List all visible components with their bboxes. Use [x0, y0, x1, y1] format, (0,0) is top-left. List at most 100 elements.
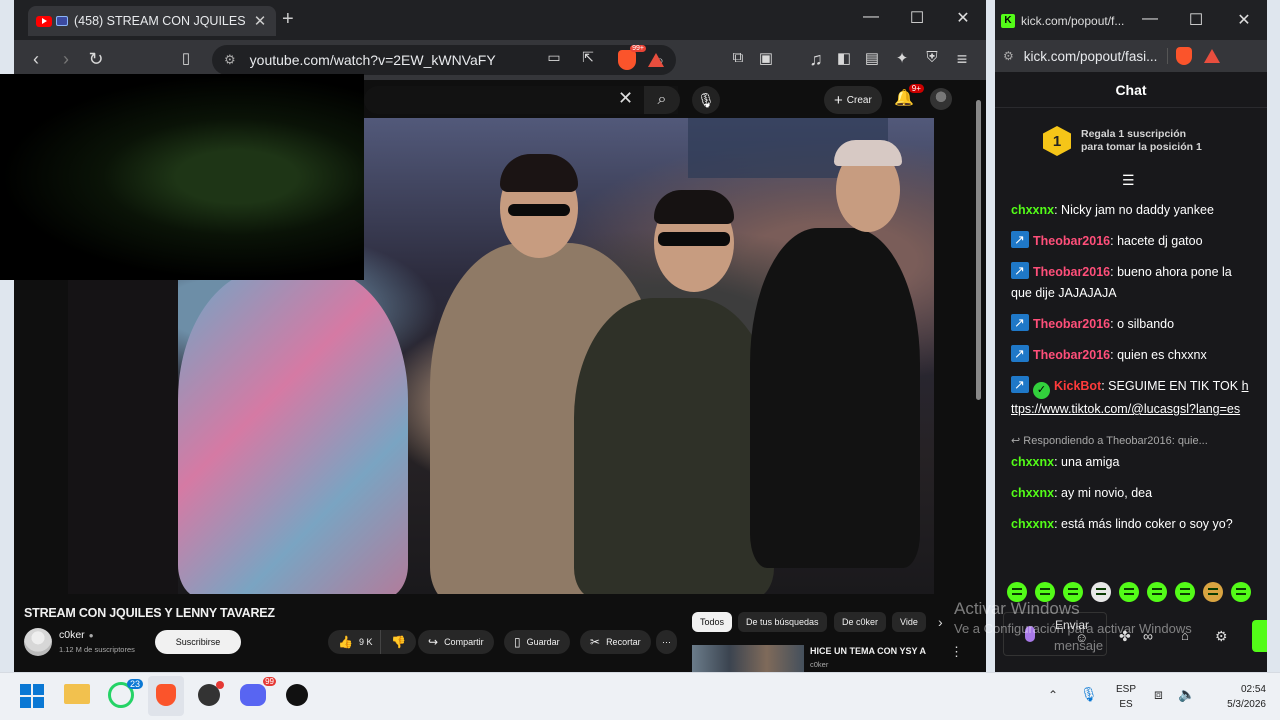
reload-icon[interactable]: ↻: [84, 49, 108, 70]
forward-icon[interactable]: ›: [54, 49, 78, 70]
minimize-icon[interactable]: —: [856, 8, 886, 26]
bookmark-icon[interactable]: ▯: [174, 49, 198, 67]
clock-date: 5/3/2026: [1227, 699, 1266, 710]
kick-minimize-icon[interactable]: —: [1135, 10, 1165, 28]
subscriber-badge-icon: [1011, 312, 1029, 333]
chips-next-arrow-icon[interactable]: ›: [938, 614, 943, 630]
menu-icon[interactable]: ≡: [950, 49, 974, 70]
kick-site-settings-icon[interactable]: ⚙: [1003, 49, 1014, 63]
discord-icon[interactable]: 99: [240, 677, 276, 706]
maximize-icon[interactable]: ☐: [902, 8, 932, 28]
kick-close-icon[interactable]: ✕: [1229, 10, 1259, 30]
app-unknown-icon[interactable]: [286, 684, 308, 706]
share-icon[interactable]: ⇱: [576, 49, 600, 66]
kick-brave-shields-icon[interactable]: [1176, 47, 1193, 65]
voice-search-mic-icon[interactable]: 🎙: [692, 86, 720, 114]
sidebar-icon[interactable]: ◧: [832, 49, 856, 67]
close-window-icon[interactable]: ✕: [948, 8, 978, 28]
save-button[interactable]: ▯ Guardar: [504, 630, 570, 654]
chat-message: ✓KickBot: SEGUIME EN TIK TOK https://www…: [1011, 374, 1251, 420]
clock[interactable]: 02:54 5/3/2026: [1206, 682, 1266, 712]
chat-username[interactable]: chxxnx: [1011, 486, 1054, 500]
leo-ai-icon[interactable]: ✦: [890, 49, 914, 67]
chat-username[interactable]: Theobar2016: [1033, 317, 1110, 331]
share-button[interactable]: ↪ Compartir: [418, 630, 494, 654]
tray-overflow-chevron-icon[interactable]: ⌃: [1048, 688, 1058, 702]
chat-settings-gear-icon[interactable]: ⚙: [1215, 628, 1228, 645]
chat-message: chxxnx: Nicky jam no daddy yankee: [1011, 200, 1251, 221]
chat-username[interactable]: chxxnx: [1011, 203, 1054, 217]
dislike-button[interactable]: 👎: [380, 630, 416, 654]
subscribe-button[interactable]: Suscribirse: [155, 630, 241, 654]
video-title: STREAM CON JQUILES Y LENNY TAVAREZ: [24, 606, 275, 620]
kick-maximize-icon[interactable]: ☐: [1181, 10, 1211, 30]
obs-icon[interactable]: [198, 681, 224, 706]
whatsapp-icon[interactable]: 23: [108, 679, 143, 708]
chip-videos[interactable]: Vide: [892, 612, 926, 632]
recommended-video-thumbnail[interactable]: [692, 645, 804, 672]
chip-from-searches[interactable]: De tus búsquedas: [738, 612, 827, 632]
language-indicator[interactable]: ESP ES: [1110, 682, 1142, 712]
like-button[interactable]: 👍 9 K: [328, 630, 381, 654]
kick-address-bar[interactable]: ⚙ kick.com/popout/fasi...: [995, 40, 1267, 72]
kick-chat-window: K kick.com/popout/f... — ☐ ✕ ⚙ kick.com/…: [995, 0, 1267, 672]
network-icon[interactable]: ⧈: [1154, 686, 1163, 703]
channel-name-text: c0ker: [59, 629, 85, 641]
reader-icon[interactable]: ▣: [754, 49, 778, 67]
back-icon[interactable]: ‹: [24, 49, 48, 70]
chat-username[interactable]: Theobar2016: [1033, 234, 1110, 248]
send-button[interactable]: [1252, 620, 1267, 652]
brave-taskbar-active[interactable]: [148, 676, 184, 716]
gift-sub-text: Regala 1 suscripción para tomar la posic…: [1081, 128, 1202, 153]
divider: [1167, 48, 1169, 64]
language-line-1: ESP: [1115, 684, 1136, 695]
reply-reference-text[interactable]: Respondiendo a Theobar2016: quie...: [1023, 435, 1208, 447]
emote-icon[interactable]: [1231, 582, 1251, 602]
new-tab-button[interactable]: +: [282, 8, 294, 31]
clear-search-icon[interactable]: ✕: [618, 88, 633, 109]
media-playing-icon: [56, 16, 68, 26]
site-settings-icon[interactable]: ⚙: [224, 52, 236, 68]
recommended-video-title[interactable]: HICE UN TEMA CON YSY A: [810, 646, 926, 656]
chat-username[interactable]: Theobar2016: [1033, 348, 1110, 362]
volume-icon[interactable]: 🔈: [1178, 686, 1195, 703]
chat-username[interactable]: chxxnx: [1011, 455, 1054, 469]
emote-icon[interactable]: [1203, 582, 1223, 602]
music-icon[interactable]: ♫: [804, 49, 828, 70]
windows-start-icon[interactable]: [20, 684, 44, 708]
more-actions-button[interactable]: ⋯: [656, 630, 677, 654]
subscriber-badge-icon: [1011, 343, 1029, 364]
kick-brave-rewards-icon[interactable]: [1204, 49, 1221, 63]
chat-username[interactable]: Theobar2016: [1033, 265, 1110, 279]
kick-url-text: kick.com/popout/fasi...: [1023, 48, 1158, 64]
clip-button[interactable]: ✂ Recortar: [580, 630, 651, 654]
brave-rewards-icon[interactable]: [648, 53, 664, 67]
extensions-icon[interactable]: ⧉: [726, 49, 750, 66]
tray-microphone-icon[interactable]: 🎙: [1080, 686, 1098, 703]
vpn-shield-icon[interactable]: ⛨: [920, 49, 944, 66]
chip-all[interactable]: Todos: [692, 612, 733, 632]
chip-from-channel[interactable]: De c0ker: [834, 612, 887, 632]
address-bar[interactable]: ⚙ youtube.com/watch?v=2EW_kWNVaFY ⌕: [212, 45, 676, 75]
subscriber-badge-icon: [1011, 260, 1029, 281]
channel-name[interactable]: c0ker ●: [59, 629, 94, 641]
create-button[interactable]: + Crear: [824, 86, 882, 114]
kick-title-bar: K kick.com/popout/f... — ☐ ✕: [995, 0, 1267, 40]
cast-icon[interactable]: ▭: [542, 49, 566, 66]
close-tab-icon[interactable]: ✕: [252, 12, 268, 30]
file-explorer-icon[interactable]: [64, 684, 90, 704]
chat-username[interactable]: KickBot: [1054, 379, 1101, 393]
create-label: Crear: [846, 94, 872, 106]
brave-shields-icon[interactable]: 99+: [618, 45, 646, 70]
chat-username[interactable]: chxxnx: [1011, 517, 1054, 531]
search-icon[interactable]: ⌕: [644, 86, 680, 114]
browser-tab-youtube[interactable]: (458) STREAM CON JQUILES ✕: [28, 6, 276, 36]
channel-avatar[interactable]: [24, 628, 52, 656]
account-avatar[interactable]: [930, 88, 952, 110]
collapse-pinned-icon[interactable]: ☰: [1122, 172, 1135, 189]
chat-message: chxxnx: está más lindo coker o soy yo?: [1011, 514, 1251, 535]
watermark-line-1: Activar Windows: [954, 599, 1080, 618]
wallet-icon[interactable]: ▤: [860, 49, 884, 67]
notifications-bell-icon[interactable]: 🔔 9+: [894, 84, 924, 108]
page-scrollbar-thumb[interactable]: [976, 100, 981, 400]
